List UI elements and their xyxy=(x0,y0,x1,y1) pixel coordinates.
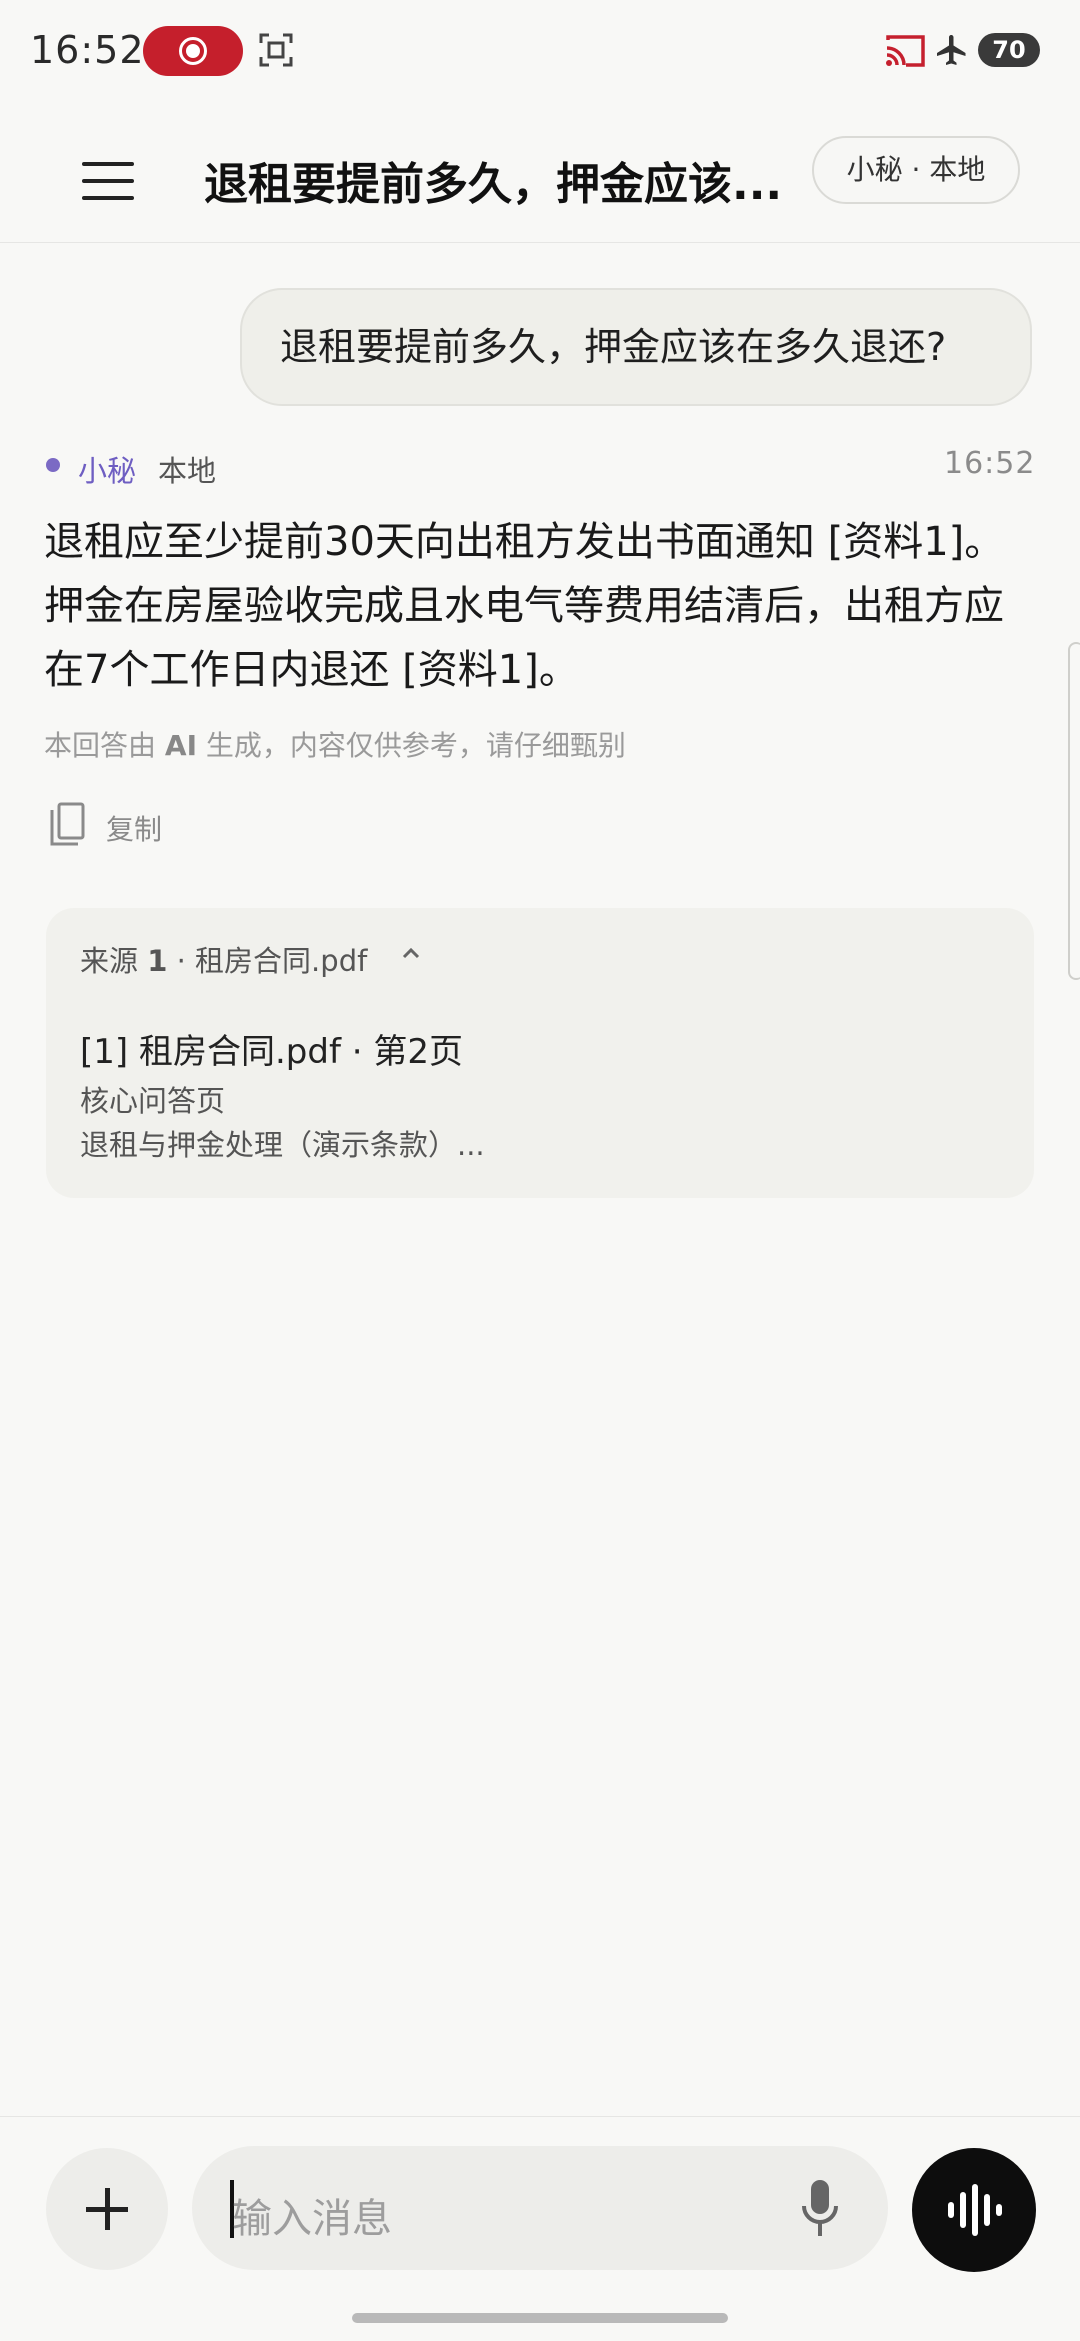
scroll-indicator[interactable] xyxy=(1068,642,1080,980)
assistant-status-dot xyxy=(46,458,60,472)
voice-mode-button[interactable] xyxy=(912,2148,1036,2272)
copy-label: 复制 xyxy=(106,813,163,846)
sources-header-suffix: · 租房合同.pdf xyxy=(167,944,368,978)
menu-icon[interactable] xyxy=(70,150,140,212)
assistant-name: 小秘 xyxy=(78,454,137,488)
screenshot-icon xyxy=(259,33,293,67)
source-item-snippet: 退租与押金处理（演示条款）... xyxy=(80,1128,485,1162)
status-time: 16:52 xyxy=(30,28,145,72)
sources-count: 1 xyxy=(147,944,168,978)
input-placeholder: 输入消息 xyxy=(232,2196,392,2242)
disclaimer-suffix: 生成，内容仅供参考，请仔细甄别 xyxy=(197,729,626,762)
copy-icon xyxy=(50,802,85,846)
message-input[interactable]: 输入消息 xyxy=(192,2146,888,2270)
sources-header-prefix: 来源 xyxy=(80,944,148,978)
add-attachment-button[interactable] xyxy=(46,2148,168,2270)
user-message-bubble: 退租要提前多久，押金应该在多久退还? xyxy=(240,288,1032,406)
mode-chip[interactable]: 小秘 · 本地 xyxy=(812,136,1020,204)
home-indicator[interactable] xyxy=(352,2313,728,2323)
cast-icon xyxy=(886,35,925,67)
battery-level: 70 xyxy=(978,33,1040,67)
chevron-up-icon[interactable] xyxy=(398,940,424,966)
source-item-title[interactable]: [1] 租房合同.pdf · 第2页 xyxy=(80,1024,463,1073)
waveform-icon xyxy=(948,2184,1002,2236)
assistant-mode: 本地 xyxy=(158,454,217,488)
disclaimer-prefix: 本回答由 xyxy=(44,729,165,762)
sources-header[interactable]: 来源 1 · 租房合同.pdf xyxy=(80,938,367,980)
screen-record-icon[interactable] xyxy=(143,26,243,76)
ai-disclaimer: 本回答由 AI 生成，内容仅供参考，请仔细甄别 xyxy=(44,724,626,764)
disclaimer-ai: AI xyxy=(164,729,197,762)
copy-button[interactable]: 复制 xyxy=(44,800,204,850)
message-timestamp: 16:52 xyxy=(944,446,1036,481)
source-item-subtitle: 核心问答页 xyxy=(80,1084,226,1118)
top-app-bar: 退租要提前多久，押金应该... 小秘 · 本地 xyxy=(0,120,1080,243)
assistant-answer: 退租应至少提前30天向出租方发出书面通知 [资料1]。押金在房屋验收完成且水电气… xyxy=(44,519,1005,693)
status-bar: 16:52 70 xyxy=(0,0,1080,100)
sources-card: 来源 1 · 租房合同.pdf [1] 租房合同.pdf · 第2页 核心问答页… xyxy=(46,908,1034,1198)
airplane-icon xyxy=(937,35,966,65)
microphone-icon[interactable] xyxy=(800,2178,840,2240)
chat-title: 退租要提前多久，押金应该... xyxy=(204,159,783,210)
